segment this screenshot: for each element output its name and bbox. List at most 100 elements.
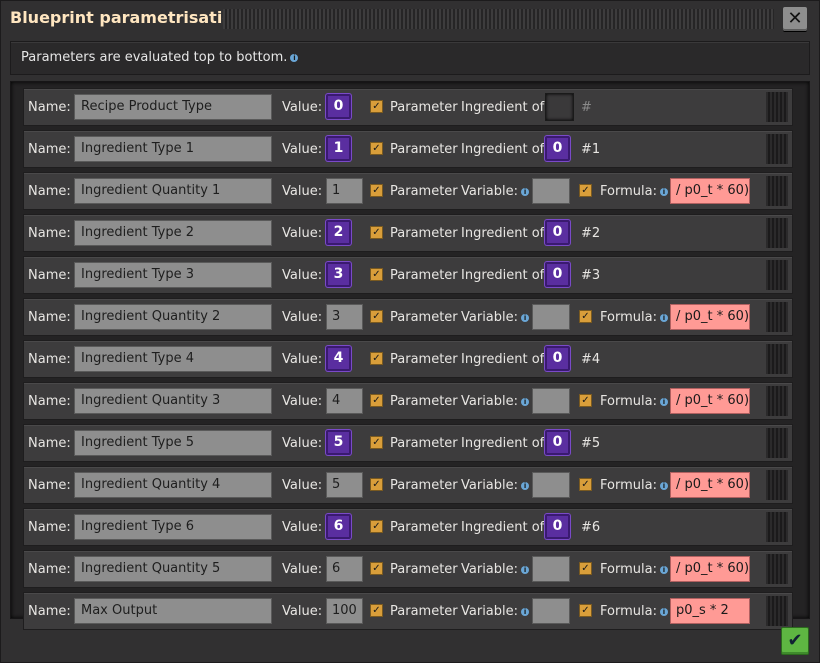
row-drag-handle[interactable] [766,134,788,164]
parameter-checkbox[interactable]: ✓ [370,100,383,113]
value-signal-slot[interactable]: 4 [326,346,351,371]
variable-label-text: Variable: [461,310,519,325]
confirm-button[interactable]: ✔ [781,627,809,655]
value-signal-slot[interactable]: 2 [326,220,351,245]
parameter-name-input[interactable]: Ingredient Type 4 [74,346,272,372]
ingredient-of-slot[interactable]: 0 [545,220,570,245]
value-signal-slot[interactable]: 3 [326,262,351,287]
value-signal-slot[interactable]: 6 [326,514,351,539]
info-icon[interactable]: i [659,607,668,616]
value-number-input[interactable]: 3 [326,304,363,330]
formula-input[interactable]: / p0_t * 60) [670,556,750,582]
ingredient-of-slot[interactable]: 0 [545,262,570,287]
row-drag-handle[interactable] [766,470,788,500]
value-number-input[interactable]: 4 [326,388,363,414]
formula-checkbox[interactable]: ✓ [579,478,592,491]
ingredient-of-slot[interactable]: 0 [545,430,570,455]
formula-checkbox[interactable]: ✓ [579,604,592,617]
parameter-name-input[interactable]: Ingredient Type 5 [74,430,272,456]
ingredient-of-slot[interactable] [545,93,574,121]
parameter-name-input[interactable]: Ingredient Quantity 1 [74,178,272,204]
parameter-checkbox[interactable]: ✓ [370,226,383,239]
parameter-name-input[interactable]: Recipe Product Type [74,94,272,120]
parameter-name-input[interactable]: Ingredient Quantity 4 [74,472,272,498]
ingredient-of-slot[interactable]: 0 [545,346,570,371]
parameter-checkbox[interactable]: ✓ [370,394,383,407]
parameter-name-input[interactable]: Ingredient Type 1 [74,136,272,162]
row-drag-handle[interactable] [766,260,788,290]
parameter-checkbox[interactable]: ✓ [370,184,383,197]
parameter-name-input[interactable]: Ingredient Type 6 [74,514,272,540]
formula-checkbox[interactable]: ✓ [579,310,592,323]
info-icon[interactable]: i [659,397,668,406]
name-label: Name: [28,520,71,535]
value-signal-slot[interactable]: 0 [326,94,351,119]
drag-handle[interactable] [223,9,774,29]
value-number-input[interactable]: 6 [326,556,363,582]
formula-input[interactable]: p0_s * 2 [670,598,750,624]
formula-checkbox[interactable]: ✓ [579,562,592,575]
row-drag-handle[interactable] [766,596,788,626]
variable-label-text: Variable: [461,394,519,409]
info-icon[interactable]: i [521,565,530,574]
row-drag-handle[interactable] [766,344,788,374]
info-icon[interactable]: i [659,187,668,196]
value-signal-slot[interactable]: 5 [326,430,351,455]
formula-input[interactable]: / p0_t * 60) [670,304,750,330]
parameter-checkbox[interactable]: ✓ [370,352,383,365]
parameter-checkbox[interactable]: ✓ [370,520,383,533]
parameter-row: Name: Ingredient Type 5 Value: 5 ✓ Parameter I… [23,424,793,462]
parameter-checkbox[interactable]: ✓ [370,268,383,281]
parameter-name-input[interactable]: Ingredient Quantity 3 [74,388,272,414]
parameter-name-input[interactable]: Ingredient Quantity 5 [74,556,272,582]
parameter-checkbox[interactable]: ✓ [370,436,383,449]
parameter-checkbox[interactable]: ✓ [370,310,383,323]
formula-checkbox[interactable]: ✓ [579,184,592,197]
variable-input[interactable] [532,472,570,498]
parameter-checkbox[interactable]: ✓ [370,478,383,491]
ingredient-of-slot[interactable]: 0 [545,514,570,539]
variable-input[interactable] [532,304,570,330]
info-icon[interactable]: i [659,313,668,322]
parameter-name-input[interactable]: Ingredient Type 2 [74,220,272,246]
variable-input[interactable] [532,556,570,582]
variable-input[interactable] [532,598,570,624]
ingredient-ref: #6 [581,520,601,535]
value-number-input[interactable]: 100 [326,598,363,624]
row-drag-handle[interactable] [766,386,788,416]
value-signal-slot[interactable]: 1 [326,136,351,161]
row-drag-handle[interactable] [766,218,788,248]
value-number-input[interactable]: 5 [326,472,363,498]
parameter-checkbox[interactable]: ✓ [370,142,383,155]
row-drag-handle[interactable] [766,302,788,332]
info-icon[interactable]: i [521,187,530,196]
info-icon[interactable]: i [521,313,530,322]
info-icon[interactable]: i [521,397,530,406]
ingredient-of-slot[interactable]: 0 [545,136,570,161]
parameter-name-input[interactable]: Ingredient Type 3 [74,262,272,288]
info-icon[interactable]: i [521,607,530,616]
parameter-checkbox[interactable]: ✓ [370,562,383,575]
close-button[interactable]: ✕ [783,7,807,31]
variable-input[interactable] [532,178,570,204]
formula-input[interactable]: / p0_t * 60) [670,178,750,204]
row-drag-handle[interactable] [766,92,788,122]
parameter-name-input[interactable]: Ingredient Quantity 2 [74,304,272,330]
parameter-name-input[interactable]: Max Output [74,598,272,624]
info-icon[interactable]: i [521,481,530,490]
variable-input[interactable] [532,388,570,414]
parameter-label: Parameter [390,478,458,493]
row-drag-handle[interactable] [766,512,788,542]
info-icon[interactable]: i [659,565,668,574]
row-drag-handle[interactable] [766,428,788,458]
ingredient-of-label: Ingredient of: [461,268,549,283]
row-drag-handle[interactable] [766,554,788,584]
row-drag-handle[interactable] [766,176,788,206]
info-icon[interactable]: i [659,481,668,490]
info-icon[interactable]: i [290,53,299,62]
formula-input[interactable]: / p0_t * 60) [670,472,750,498]
parameter-checkbox[interactable]: ✓ [370,604,383,617]
value-number-input[interactable]: 1 [326,178,363,204]
formula-checkbox[interactable]: ✓ [579,394,592,407]
formula-input[interactable]: / p0_t * 60) [670,388,750,414]
